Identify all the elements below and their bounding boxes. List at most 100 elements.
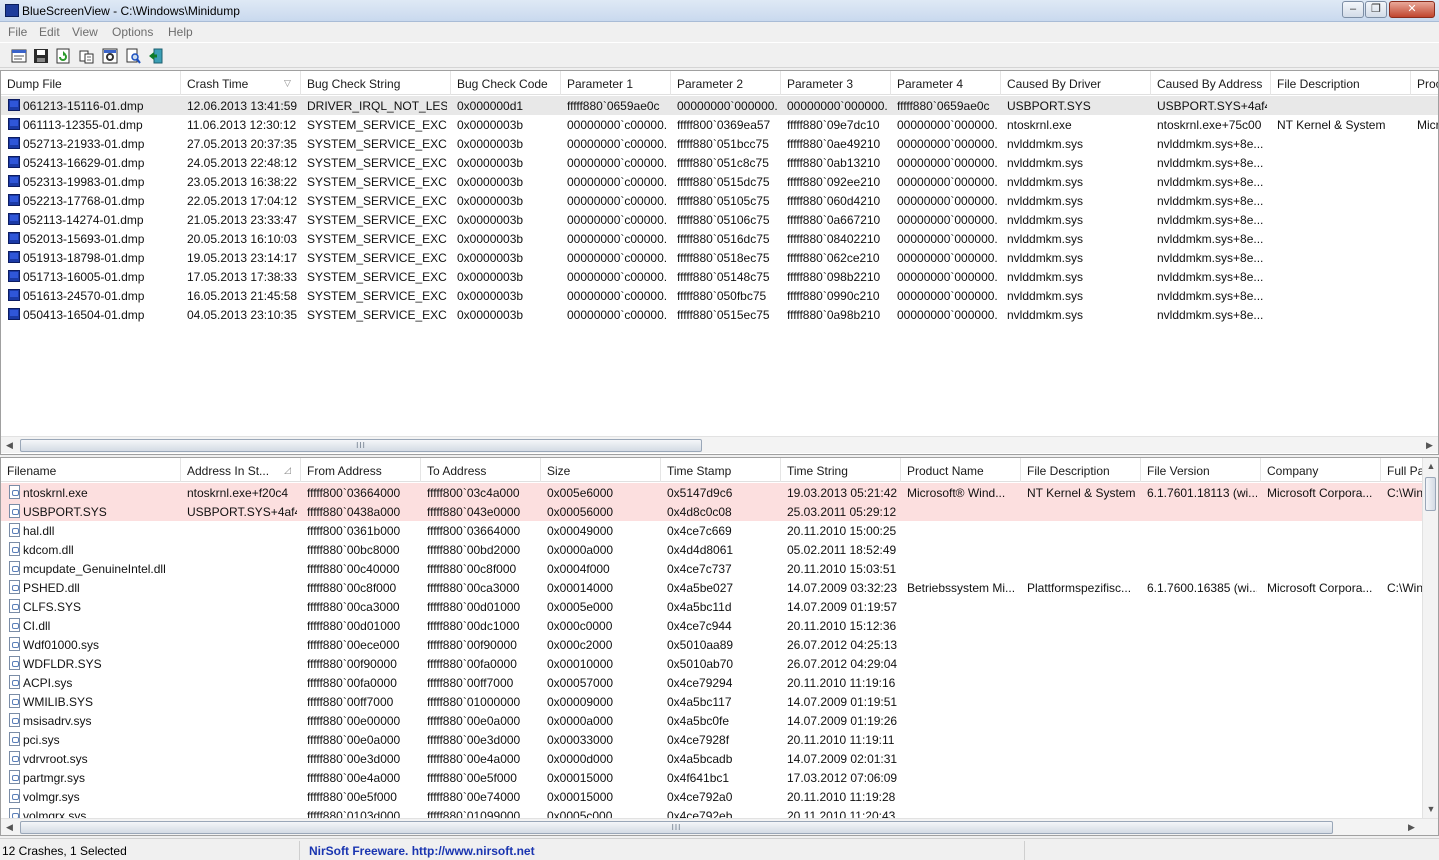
table-cell — [1027, 600, 1137, 616]
table-cell: 052713-21933-01.dmp — [23, 137, 145, 151]
column-header-label: File Description — [1027, 464, 1110, 478]
crash-dump-icon — [8, 251, 20, 263]
maximize-button[interactable]: ❐ — [1365, 1, 1387, 18]
table-row[interactable]: 052213-17768-01.dmp 22.05.2013 17:04:12 SY… — [1, 191, 1438, 210]
html-report-icon[interactable] — [10, 47, 28, 65]
scroll-down-arrow-icon[interactable]: ▼ — [1423, 801, 1438, 817]
table-row[interactable]: hal.dll fffff800`0361b000 fffff800`0366400… — [1, 521, 1438, 540]
column-header[interactable]: Parameter 4 — [891, 71, 1001, 95]
menu-file[interactable]: File — [8, 25, 27, 39]
vscroll-thumb[interactable] — [1425, 477, 1436, 511]
menu-options[interactable]: Options — [112, 25, 153, 39]
table-row[interactable]: 061113-12355-01.dmp 11.06.2013 12:30:12 SY… — [1, 115, 1438, 134]
table-row[interactable]: 052413-16629-01.dmp 24.05.2013 22:48:12 SY… — [1, 153, 1438, 172]
column-header[interactable]: Parameter 1 — [561, 71, 671, 95]
table-cell: nvlddmkm.sys — [1007, 232, 1084, 246]
table-row[interactable]: 052313-19983-01.dmp 23.05.2013 16:38:22 SY… — [1, 172, 1438, 191]
table-row[interactable]: 052713-21933-01.dmp 27.05.2013 20:37:35 SY… — [1, 134, 1438, 153]
crash-list-hscrollbar[interactable]: ◀ III ▶ — [1, 436, 1438, 453]
column-header[interactable]: Parameter 2 — [671, 71, 781, 95]
table-row[interactable]: USBPORT.SYS USBPORT.SYS+4af4 fffff880`0438… — [1, 502, 1438, 521]
properties-icon[interactable] — [101, 47, 119, 65]
table-row[interactable]: 050413-16504-01.dmp 04.05.2013 23:10:35 SY… — [1, 305, 1438, 324]
table-row[interactable]: WMILIB.SYS fffff880`00ff7000 fffff880`0100… — [1, 692, 1438, 711]
driver-list-hscrollbar[interactable]: ◀ III ▶ — [1, 818, 1438, 835]
scroll-right-arrow-icon[interactable]: ▶ — [1421, 437, 1438, 453]
driver-list: Filename Address In St... ◿ From Address To … — [0, 457, 1439, 836]
table-cell: 061213-15116-01.dmp — [23, 99, 144, 113]
table-row[interactable]: 052013-15693-01.dmp 20.05.2013 16:10:03 SY… — [1, 229, 1438, 248]
column-header[interactable]: Product Name — [901, 458, 1021, 482]
scroll-thumb[interactable]: III — [20, 439, 702, 452]
table-row[interactable]: msisadrv.sys fffff880`00e00000 fffff880`00… — [1, 711, 1438, 730]
column-header[interactable]: Proc — [1411, 71, 1438, 95]
table-cell — [1417, 137, 1438, 153]
menu-view[interactable]: View — [72, 25, 98, 39]
table-row[interactable]: CLFS.SYS fffff880`00ca3000 fffff880`00d010… — [1, 597, 1438, 616]
table-row[interactable]: 051613-24570-01.dmp 16.05.2013 21:45:58 SY… — [1, 286, 1438, 305]
table-row[interactable]: 051713-16005-01.dmp 17.05.2013 17:38:33 SY… — [1, 267, 1438, 286]
table-cell — [187, 695, 297, 711]
column-header[interactable]: Time Stamp — [661, 458, 781, 482]
minimize-button[interactable]: ‒ — [1342, 1, 1364, 18]
menu-help[interactable]: Help — [168, 25, 193, 39]
table-row[interactable]: 061213-15116-01.dmp 12.06.2013 13:41:59 DR… — [1, 96, 1438, 115]
table-cell: 00000000`000000... — [897, 194, 997, 208]
table-row[interactable]: WDFLDR.SYS fffff880`00f90000 fffff880`00fa… — [1, 654, 1438, 673]
column-header[interactable]: Parameter 3 — [781, 71, 891, 95]
table-cell: DRIVER_IRQL_NOT_LESS... — [307, 99, 447, 113]
save-icon[interactable] — [32, 47, 50, 65]
crash-dump-icon — [8, 137, 20, 149]
table-row[interactable]: ACPI.sys fffff880`00fa0000 fffff880`00ff70… — [1, 673, 1438, 692]
column-header[interactable]: From Address — [301, 458, 421, 482]
copy-icon[interactable] — [78, 47, 96, 65]
table-row[interactable]: 051913-18798-01.dmp 19.05.2013 23:14:17 SY… — [1, 248, 1438, 267]
column-header[interactable]: File Description — [1021, 458, 1141, 482]
table-row[interactable]: 052113-14274-01.dmp 21.05.2013 23:33:47 SY… — [1, 210, 1438, 229]
column-header[interactable]: Bug Check Code — [451, 71, 561, 95]
driver-list-vscrollbar[interactable]: ▲ ▼ — [1422, 458, 1438, 818]
table-cell: 20.11.2010 15:00:25 — [787, 524, 897, 538]
close-button[interactable]: ✕ — [1389, 1, 1435, 18]
table-cell — [1417, 213, 1438, 229]
column-header[interactable]: Bug Check String — [301, 71, 451, 95]
table-row[interactable]: CI.dll fffff880`00d01000 fffff880`00dc1000… — [1, 616, 1438, 635]
table-row[interactable]: partmgr.sys fffff880`00e4a000 fffff880`00e… — [1, 768, 1438, 787]
column-header[interactable]: Size — [541, 458, 661, 482]
table-cell: 0x0000a000 — [547, 714, 614, 728]
table-cell — [1267, 562, 1377, 578]
table-row[interactable]: kdcom.dll fffff880`00bc8000 fffff880`00bd2… — [1, 540, 1438, 559]
exit-icon[interactable] — [147, 47, 165, 65]
scroll-up-arrow-icon[interactable]: ▲ — [1423, 458, 1438, 474]
table-row[interactable]: PSHED.dll fffff880`00c8f000 fffff880`00ca3… — [1, 578, 1438, 597]
scroll-thumb[interactable]: III — [20, 821, 1333, 834]
menu-edit[interactable]: Edit — [39, 25, 60, 39]
scroll-left-arrow-icon[interactable]: ◀ — [1, 819, 18, 835]
table-row[interactable]: pci.sys fffff880`00e0a000 fffff880`00e3d00… — [1, 730, 1438, 749]
column-header[interactable]: Company — [1261, 458, 1381, 482]
column-header[interactable]: File Version — [1141, 458, 1261, 482]
column-header[interactable]: Time String — [781, 458, 901, 482]
column-header[interactable]: Caused By Address — [1151, 71, 1271, 95]
table-row[interactable]: volmgr.sys fffff880`00e5f000 fffff880`00e7… — [1, 787, 1438, 806]
column-header[interactable]: Address In St... ◿ — [181, 458, 301, 482]
table-cell: nvlddmkm.sys+8e... — [1157, 175, 1264, 189]
column-header[interactable]: Dump File — [1, 71, 181, 95]
column-header[interactable]: Filename — [1, 458, 181, 482]
find-icon[interactable] — [124, 47, 142, 65]
table-row[interactable]: vdrvroot.sys fffff880`00e3d000 fffff880`00… — [1, 749, 1438, 768]
table-row[interactable]: mcupdate_GenuineIntel.dll fffff880`00c400… — [1, 559, 1438, 578]
table-cell: 0x4a5bcadb — [667, 752, 733, 766]
column-header[interactable]: Crash Time ▽ — [181, 71, 301, 95]
refresh-icon[interactable] — [54, 47, 72, 65]
table-cell: nvlddmkm.sys — [1007, 175, 1084, 189]
column-header[interactable]: Caused By Driver — [1001, 71, 1151, 95]
scroll-right-arrow-icon[interactable]: ▶ — [1403, 819, 1420, 835]
title-bar: BlueScreenView - C:\Windows\Minidump ‒ ❐… — [0, 0, 1439, 22]
table-row[interactable]: Wdf01000.sys fffff880`00ece000 fffff880`00… — [1, 635, 1438, 654]
table-row[interactable]: ntoskrnl.exe ntoskrnl.exe+f20c4 fffff800`0… — [1, 483, 1438, 502]
nirsoft-link[interactable]: NirSoft Freeware. http://www.nirsoft.net — [307, 841, 1025, 860]
column-header[interactable]: File Description — [1271, 71, 1411, 95]
column-header[interactable]: To Address — [421, 458, 541, 482]
scroll-left-arrow-icon[interactable]: ◀ — [1, 437, 18, 453]
